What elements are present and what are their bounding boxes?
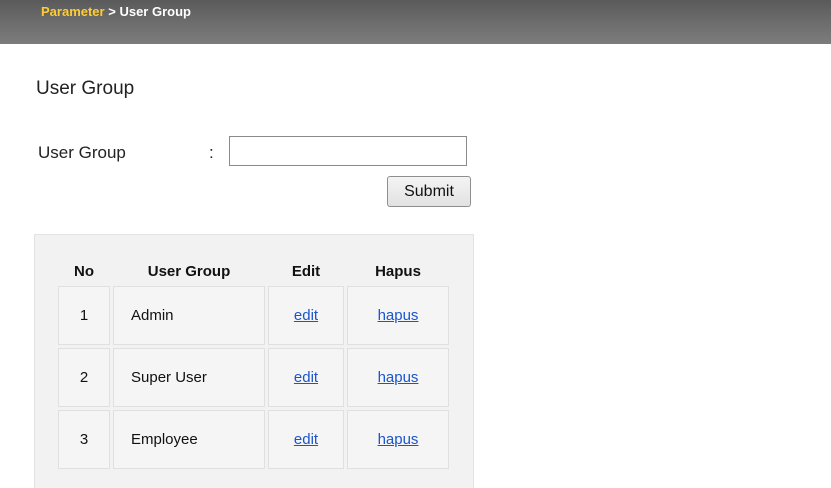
- submit-button[interactable]: Submit: [387, 176, 471, 207]
- row-hapus-cell: hapus: [347, 410, 449, 469]
- user-group-label: User Group: [38, 143, 126, 162]
- row-number: 2: [58, 348, 110, 407]
- breadcrumb-current: User Group: [119, 4, 191, 19]
- edit-link[interactable]: edit: [294, 431, 318, 448]
- edit-link[interactable]: edit: [294, 307, 318, 324]
- user-group-table: No User Group Edit Hapus 1 Admin edit ha…: [55, 256, 452, 472]
- user-group-table-panel: No User Group Edit Hapus 1 Admin edit ha…: [34, 234, 474, 488]
- row-edit-cell: edit: [268, 410, 344, 469]
- user-group-input[interactable]: [229, 136, 467, 166]
- column-header-user-group: User Group: [147, 262, 231, 280]
- row-user-group: Employee: [131, 431, 198, 448]
- column-header-edit: Edit: [291, 262, 321, 280]
- row-number: 1: [58, 286, 110, 345]
- breadcrumb-parent-link[interactable]: Parameter: [41, 4, 105, 19]
- row-edit-cell: edit: [268, 286, 344, 345]
- header-bar: Parameter > User Group: [0, 0, 831, 44]
- row-number: 3: [58, 410, 110, 469]
- breadcrumb: Parameter > User Group: [41, 2, 191, 22]
- row-user-group: Admin: [131, 307, 174, 324]
- table-header-row: No User Group Edit Hapus: [58, 259, 449, 283]
- hapus-link[interactable]: hapus: [378, 431, 419, 448]
- table-row: 1 Admin edit hapus: [58, 286, 449, 345]
- column-header-no: No: [74, 262, 94, 280]
- hapus-link[interactable]: hapus: [378, 369, 419, 386]
- row-hapus-cell: hapus: [347, 348, 449, 407]
- page-title: User Group: [36, 78, 135, 99]
- row-user-group-cell: Employee: [113, 410, 265, 469]
- table-row: 3 Employee edit hapus: [58, 410, 449, 469]
- column-header-hapus: Hapus: [375, 262, 421, 280]
- table-row: 2 Super User edit hapus: [58, 348, 449, 407]
- row-hapus-cell: hapus: [347, 286, 449, 345]
- breadcrumb-separator: >: [108, 4, 116, 19]
- row-edit-cell: edit: [268, 348, 344, 407]
- row-user-group-cell: Admin: [113, 286, 265, 345]
- edit-link[interactable]: edit: [294, 369, 318, 386]
- row-user-group: Super User: [131, 369, 207, 386]
- label-colon: :: [209, 143, 214, 162]
- hapus-link[interactable]: hapus: [378, 307, 419, 324]
- row-user-group-cell: Super User: [113, 348, 265, 407]
